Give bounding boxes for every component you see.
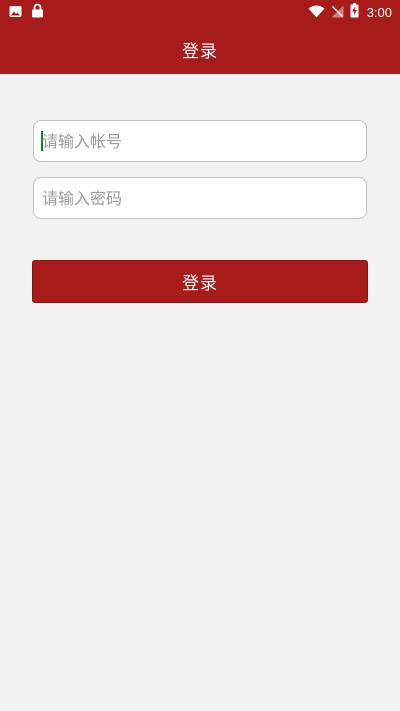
battery-charging-icon	[350, 2, 359, 22]
login-button[interactable]: 登录	[32, 260, 368, 303]
lock-icon	[31, 3, 44, 22]
text-caret	[41, 131, 43, 151]
no-signal-icon	[331, 3, 344, 22]
page-title: 登录	[182, 41, 218, 62]
password-input[interactable]	[33, 177, 367, 219]
account-input[interactable]	[33, 120, 367, 162]
status-time: 3:00	[366, 4, 392, 20]
status-left-icons	[9, 3, 44, 22]
status-right-icons: 3:00	[308, 2, 392, 22]
wifi-icon	[308, 3, 325, 22]
status-bar: 3:00	[0, 0, 400, 24]
title-bar: 登录	[0, 24, 400, 74]
image-icon	[9, 3, 22, 22]
